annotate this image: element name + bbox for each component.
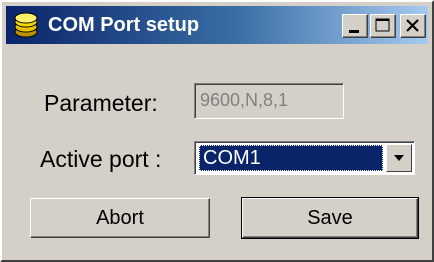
parameter-field: 9600,N,8,1	[194, 83, 344, 119]
active-port-select[interactable]: COM1	[194, 141, 415, 175]
close-button[interactable]	[400, 14, 426, 38]
active-port-label: Active port :	[40, 146, 162, 172]
title-bar[interactable]: COM Port setup	[6, 6, 428, 44]
maximize-button[interactable]	[370, 14, 396, 38]
parameter-label: Parameter:	[44, 90, 158, 116]
close-icon	[406, 19, 419, 32]
save-button[interactable]: Save	[241, 197, 419, 239]
active-port-value[interactable]: COM1	[199, 145, 383, 171]
dropdown-button[interactable]	[386, 144, 412, 172]
abort-button[interactable]: Abort	[30, 198, 210, 238]
chevron-down-icon	[394, 155, 404, 161]
minimize-button[interactable]	[342, 14, 368, 38]
database-stack-icon	[12, 11, 40, 39]
com-port-setup-window: COM Port setup Parameter: 9600,N,8,1 Act…	[0, 0, 434, 262]
window-title: COM Port setup	[48, 14, 200, 36]
maximize-icon	[375, 18, 390, 32]
minimize-icon	[349, 30, 359, 33]
